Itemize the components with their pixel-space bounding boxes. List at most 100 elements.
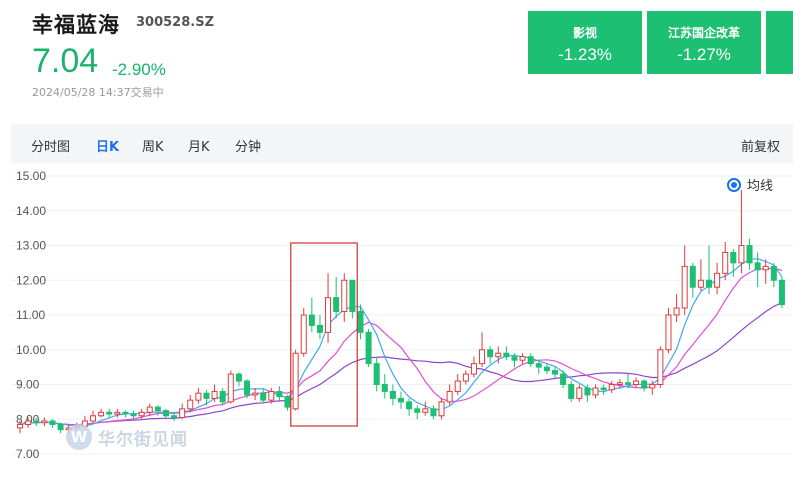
candle-body (438, 401, 445, 417)
candle-body (576, 387, 583, 399)
candle-body (633, 380, 640, 385)
y-tick-label: 9.00 (16, 378, 40, 392)
candle-body (714, 272, 721, 288)
candle-body (584, 387, 591, 396)
y-tick-label: 12.00 (16, 273, 46, 287)
candle-body (543, 366, 550, 372)
candle-body (187, 399, 194, 410)
candle-body (130, 413, 137, 417)
candle-body (333, 297, 340, 313)
watermark: W 华尔街见闻 (66, 424, 188, 450)
candle-body (624, 382, 631, 386)
candle-body (114, 411, 121, 415)
candle-body (746, 245, 753, 264)
candle-body (657, 349, 664, 385)
candle-body (762, 265, 769, 271)
candle-body (519, 356, 526, 361)
candle-body (616, 382, 623, 386)
candle-body (754, 262, 761, 271)
candle-body (211, 390, 218, 399)
candle-body (560, 373, 567, 386)
candle-body (665, 314, 672, 351)
candle-body (219, 390, 226, 403)
candle-body (171, 415, 178, 419)
candle-body (276, 390, 283, 398)
candle-body (17, 423, 24, 429)
candle-body (527, 356, 534, 365)
candle-body (487, 349, 494, 358)
candle-body (284, 396, 291, 408)
candle-body (406, 401, 413, 410)
candle-body (414, 408, 421, 413)
candle-body (106, 411, 113, 415)
candle-body (341, 279, 348, 313)
kline-chart[interactable]: 15.0014.0013.0012.0011.0010.009.008.007.… (0, 0, 793, 478)
candle-body (681, 265, 688, 309)
candle-body (268, 390, 275, 401)
candle-body (195, 392, 202, 401)
candle-body (260, 392, 267, 401)
candle-body (778, 279, 785, 306)
candle-body (479, 349, 486, 365)
candle-body (503, 352, 510, 358)
candle-body (430, 408, 437, 417)
candle-body (49, 420, 56, 425)
candle-body (389, 390, 396, 399)
candle-body (252, 392, 259, 396)
candle-body (300, 314, 307, 354)
candle-body (397, 397, 405, 403)
watermark-text: 华尔街见闻 (98, 429, 188, 450)
candle-body (446, 390, 453, 403)
candle-body (422, 408, 429, 413)
candle-body (454, 380, 461, 392)
candle-body (511, 356, 518, 361)
legend-label: 均线 (747, 179, 774, 194)
candle-body (722, 251, 729, 274)
candle-body (138, 411, 145, 417)
candle-body (203, 392, 210, 399)
candle-body (738, 245, 745, 264)
ma-legend-toggle[interactable]: 均线 (727, 175, 773, 194)
candle-body (98, 411, 105, 417)
candle-body (292, 352, 299, 410)
candle-body (608, 384, 615, 391)
candle-body (89, 415, 97, 422)
brand-logo-icon: W (66, 424, 92, 450)
candle-body (243, 380, 251, 396)
candle-body (235, 373, 242, 382)
candle-body (325, 297, 332, 333)
candle-body (154, 406, 161, 412)
candle-body (705, 279, 713, 288)
candle-body (227, 373, 234, 403)
candle-body (33, 420, 40, 424)
candle-body (162, 410, 169, 417)
candle-body (551, 370, 559, 375)
candle-body (381, 384, 388, 392)
candle-body (122, 411, 129, 415)
candle-body (649, 384, 656, 389)
candle-body (592, 387, 599, 396)
candle-body (535, 363, 542, 368)
candle-body (495, 352, 502, 358)
candle-body (373, 363, 380, 385)
candle-body (349, 279, 356, 313)
candle-body (641, 380, 648, 389)
y-tick-label: 13.00 (16, 239, 46, 253)
candle-body (770, 265, 777, 281)
candle-body (673, 307, 680, 316)
y-tick-label: 14.00 (16, 204, 46, 218)
candle-body (600, 387, 607, 391)
candle-body (697, 279, 704, 288)
candle-body (357, 311, 364, 333)
candle-body (179, 408, 186, 419)
radio-selected-icon (727, 177, 741, 192)
candle-body (689, 265, 696, 288)
candle-body (316, 324, 323, 333)
y-tick-label: 15.00 (16, 169, 46, 183)
y-tick-label: 10.00 (16, 343, 46, 357)
candle-body (730, 251, 737, 264)
candle-body (57, 423, 64, 431)
candle-body (470, 363, 477, 375)
y-tick-label: 11.00 (16, 308, 45, 322)
candle-body (25, 420, 32, 425)
